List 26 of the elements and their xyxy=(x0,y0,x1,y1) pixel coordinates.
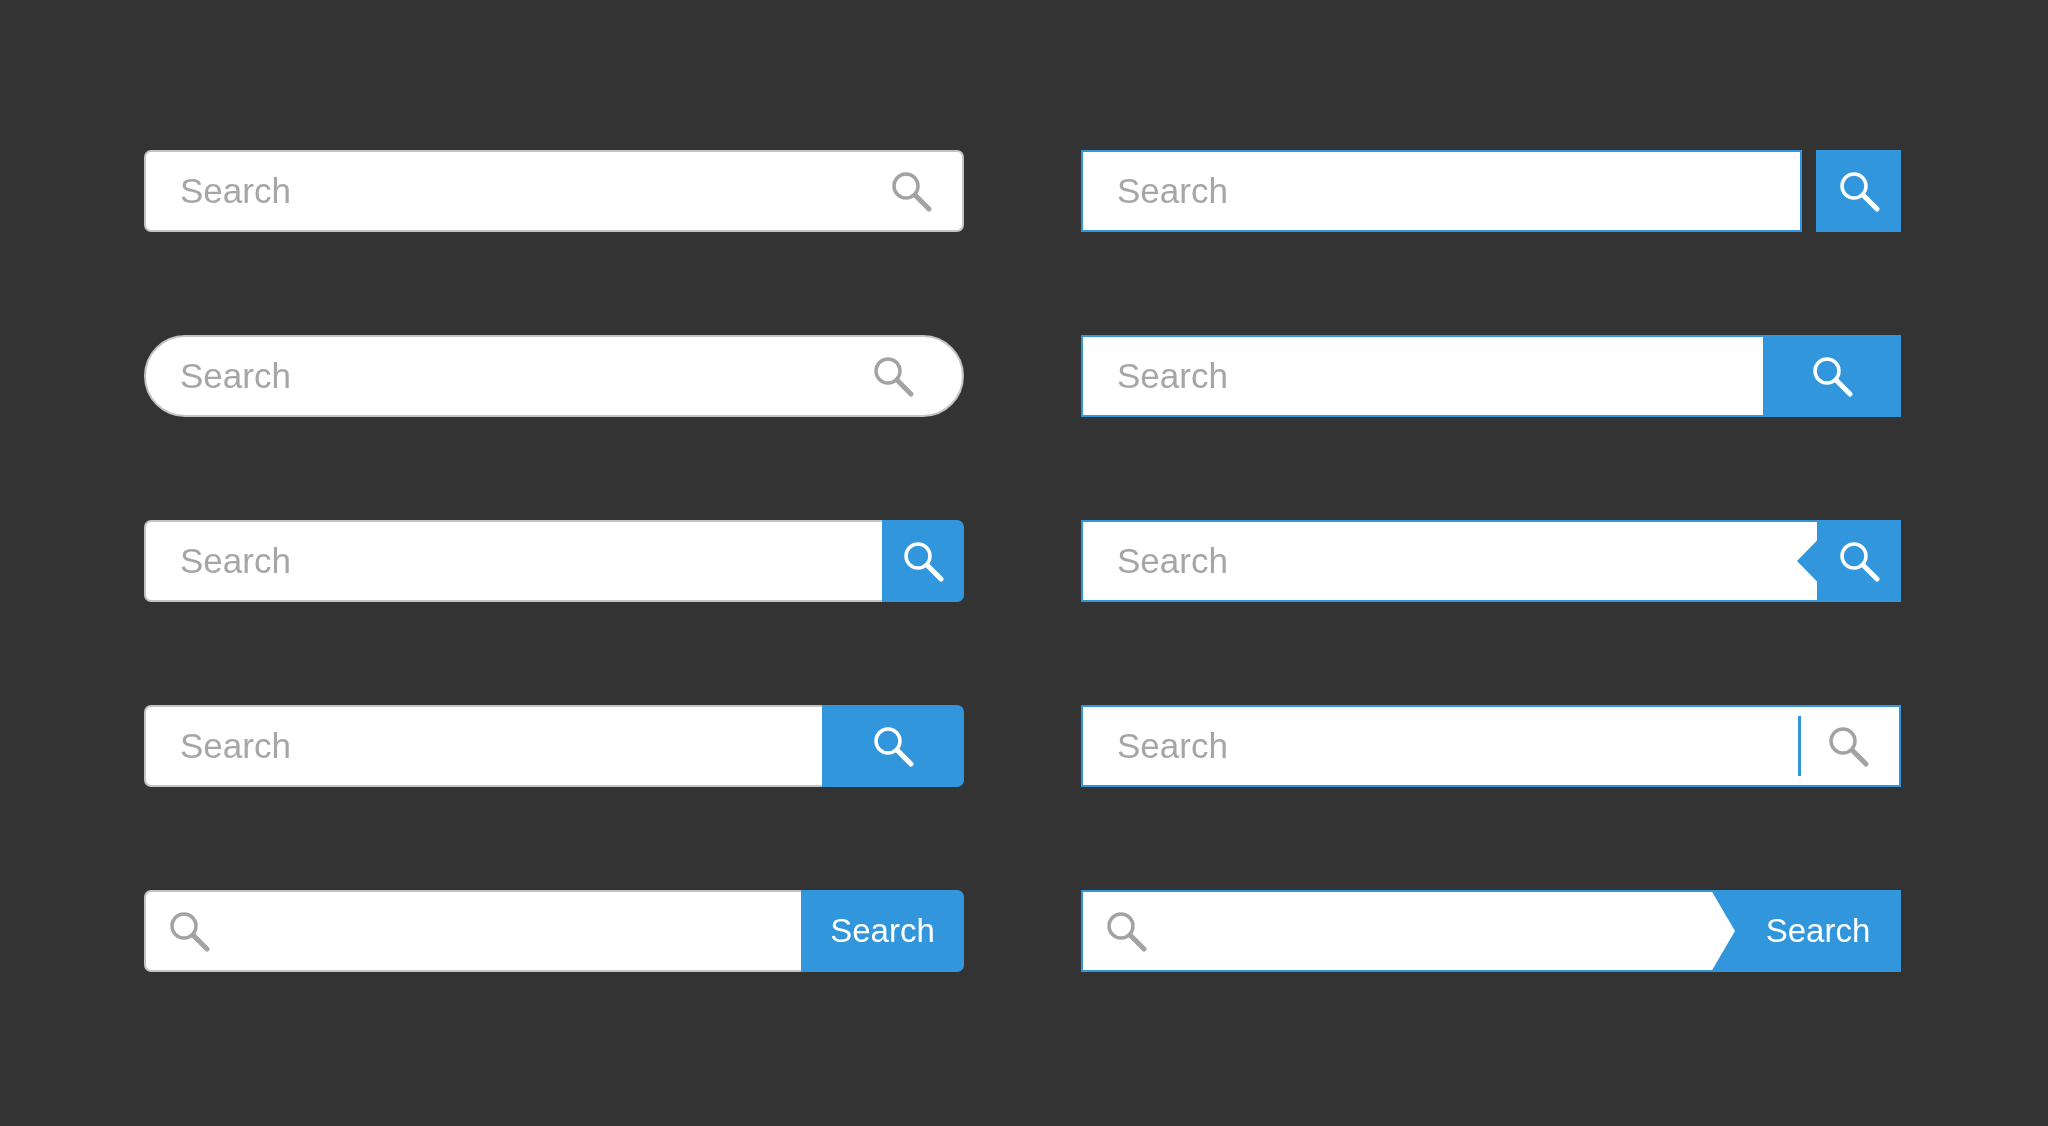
search-field[interactable]: Search xyxy=(1081,705,1901,787)
search-field[interactable]: Search xyxy=(144,705,822,787)
search-button[interactable]: Search xyxy=(801,890,964,972)
search-icon xyxy=(1837,170,1880,212)
search-icon xyxy=(890,170,932,212)
search-icon xyxy=(872,725,914,767)
search-icon xyxy=(872,355,914,397)
search-field[interactable]: Search xyxy=(144,520,882,602)
search-field[interactable] xyxy=(144,890,801,972)
search-icon xyxy=(168,910,210,952)
search-button[interactable] xyxy=(822,705,964,787)
search-button[interactable] xyxy=(882,520,964,602)
search-icon xyxy=(902,540,944,582)
search-button[interactable] xyxy=(1816,150,1901,232)
search-button[interactable] xyxy=(1763,335,1901,417)
search-field[interactable]: Search xyxy=(1081,520,1817,602)
search-field[interactable]: Search xyxy=(1081,335,1763,417)
search-button[interactable]: Search xyxy=(1711,890,1901,972)
search-field[interactable]: Search xyxy=(144,335,964,417)
search-icon xyxy=(1105,910,1147,952)
search-field[interactable] xyxy=(1081,890,1735,972)
search-field[interactable]: Search xyxy=(1081,150,1802,232)
search-icon xyxy=(1811,355,1853,397)
search-icon xyxy=(1838,540,1880,582)
search-field[interactable]: Search xyxy=(144,150,964,232)
search-icon xyxy=(1827,725,1869,767)
